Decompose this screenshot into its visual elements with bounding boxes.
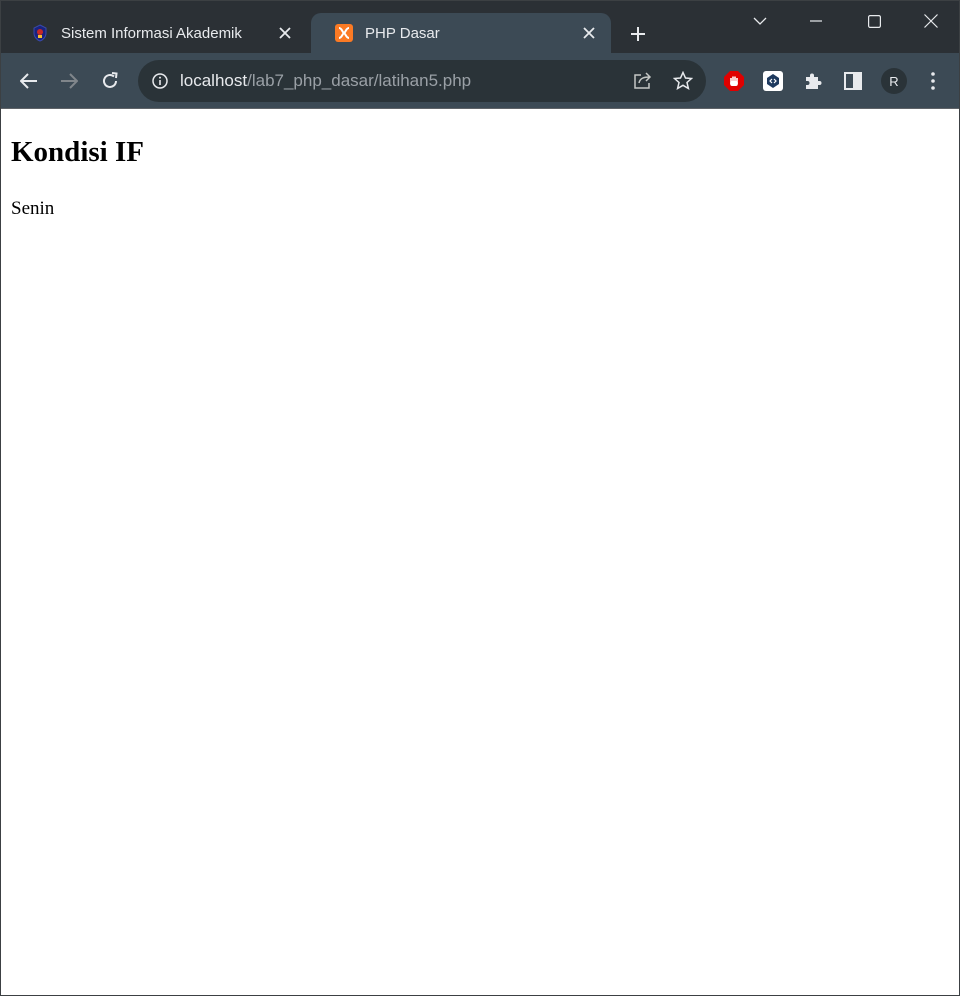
url-path: /lab7_php_dasar/latihan5.php — [247, 71, 472, 90]
close-icon[interactable] — [579, 23, 599, 43]
side-panel-icon[interactable] — [837, 65, 869, 97]
minimize-button[interactable] — [788, 1, 844, 41]
address-bar[interactable]: localhost/lab7_php_dasar/latihan5.php — [138, 60, 706, 102]
bookmark-star-icon[interactable] — [668, 66, 698, 96]
share-icon[interactable] — [628, 66, 658, 96]
tab-title: Sistem Informasi Akademik — [61, 24, 242, 42]
reload-button[interactable] — [94, 65, 126, 97]
close-icon[interactable] — [275, 23, 295, 43]
new-tab-button[interactable] — [623, 19, 653, 49]
browser-window: Sistem Informasi Akademik PHP Dasar loca… — [0, 0, 960, 996]
tab-php-dasar[interactable]: PHP Dasar — [311, 13, 611, 53]
adblock-extension-icon[interactable] — [718, 65, 750, 97]
xampp-icon — [335, 24, 353, 42]
maximize-button[interactable] — [846, 1, 902, 41]
profile-avatar[interactable]: R — [878, 65, 910, 97]
profile-initial: R — [881, 68, 907, 94]
tab-strip: Sistem Informasi Akademik PHP Dasar — [1, 1, 959, 53]
more-menu-icon[interactable] — [917, 65, 949, 97]
tab-sistem-informasi[interactable]: Sistem Informasi Akademik — [7, 13, 307, 53]
university-logo-icon — [31, 24, 49, 42]
close-window-button[interactable] — [903, 1, 959, 41]
url-host: localhost — [180, 71, 248, 90]
info-icon[interactable] — [150, 71, 170, 91]
browser-toolbar: localhost/lab7_php_dasar/latihan5.php R — [1, 53, 959, 108]
extensions-puzzle-icon[interactable] — [797, 65, 829, 97]
page-heading: Kondisi IF — [11, 136, 144, 168]
tab-search-button[interactable] — [732, 1, 788, 41]
back-button[interactable] — [13, 65, 45, 97]
page-content: Kondisi IF Senin — [1, 109, 959, 995]
forward-button[interactable] — [53, 65, 85, 97]
page-paragraph: Senin — [11, 198, 55, 219]
url-text: localhost/lab7_php_dasar/latihan5.php — [180, 71, 471, 91]
tab-title: PHP Dasar — [365, 24, 440, 42]
code-extension-icon[interactable] — [757, 65, 789, 97]
